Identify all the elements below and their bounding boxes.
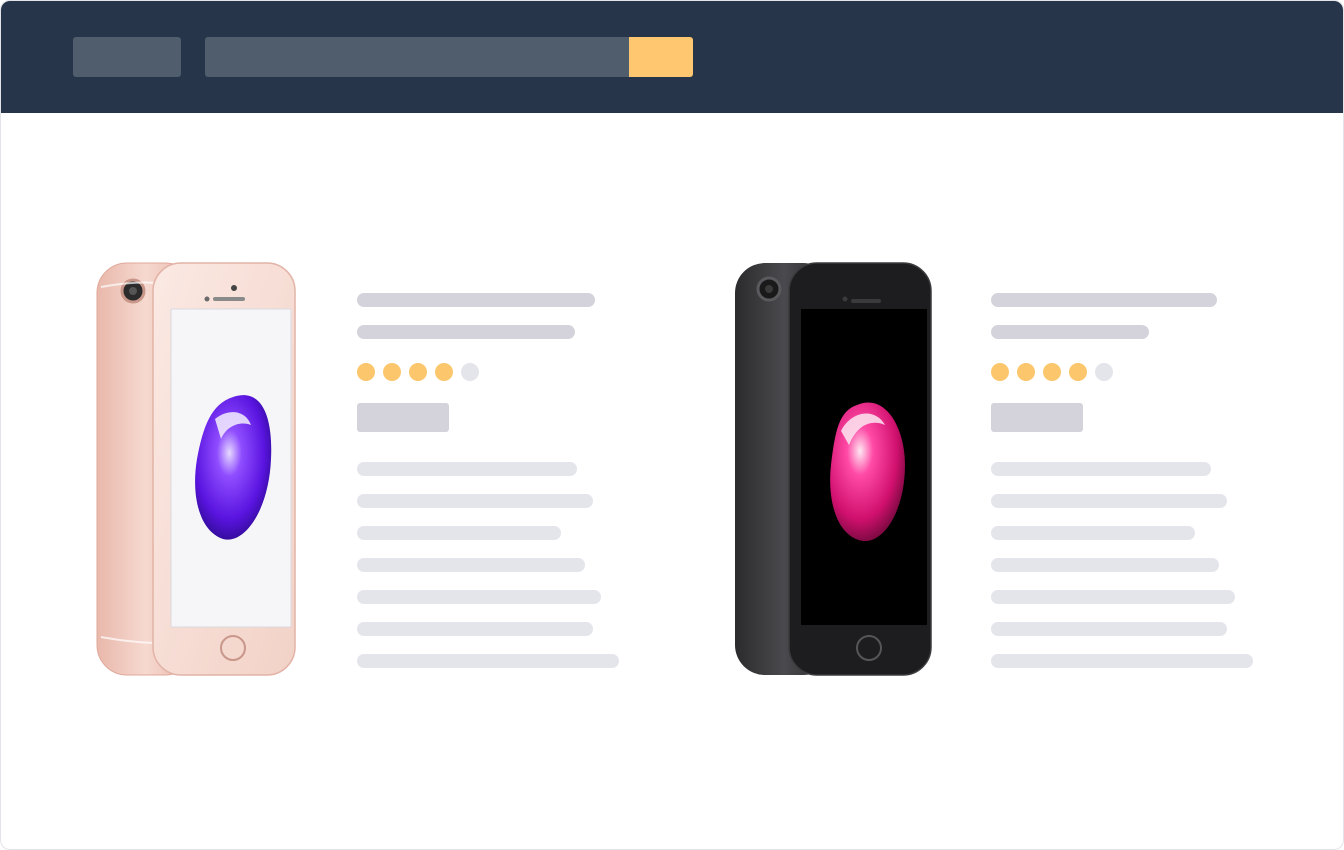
price-placeholder xyxy=(357,403,449,432)
rating-stars xyxy=(357,363,619,381)
description-placeholder xyxy=(991,462,1253,668)
black-phone-image[interactable] xyxy=(729,259,939,679)
description-line xyxy=(991,654,1253,668)
product-info xyxy=(357,293,619,686)
star-filled-icon xyxy=(435,363,453,381)
description-line xyxy=(991,526,1195,540)
product-info xyxy=(991,293,1253,686)
rose-gold-phone-image[interactable] xyxy=(95,259,305,679)
description-line xyxy=(357,590,601,604)
star-filled-icon xyxy=(409,363,427,381)
search-input[interactable] xyxy=(205,37,629,77)
browser-frame xyxy=(0,0,1344,850)
price-placeholder xyxy=(991,403,1083,432)
description-line xyxy=(357,622,593,636)
star-filled-icon xyxy=(991,363,1009,381)
description-line xyxy=(357,462,577,476)
top-navigation-bar xyxy=(1,1,1343,113)
product-title-placeholder[interactable] xyxy=(357,325,575,339)
description-line xyxy=(357,558,585,572)
logo-placeholder[interactable] xyxy=(73,37,181,77)
description-line xyxy=(357,654,619,668)
star-filled-icon xyxy=(1017,363,1035,381)
star-empty-icon xyxy=(1095,363,1113,381)
product-title-placeholder[interactable] xyxy=(991,293,1217,307)
description-line xyxy=(991,590,1235,604)
description-line xyxy=(991,462,1211,476)
star-filled-icon xyxy=(1069,363,1087,381)
rating-stars xyxy=(991,363,1253,381)
description-line xyxy=(991,494,1227,508)
star-filled-icon xyxy=(383,363,401,381)
star-empty-icon xyxy=(461,363,479,381)
description-line xyxy=(357,526,561,540)
description-line xyxy=(991,622,1227,636)
star-filled-icon xyxy=(1043,363,1061,381)
description-line xyxy=(991,558,1219,572)
product-title-placeholder[interactable] xyxy=(357,293,595,307)
star-filled-icon xyxy=(357,363,375,381)
search-bar xyxy=(205,37,693,77)
search-button[interactable] xyxy=(629,37,693,77)
description-placeholder xyxy=(357,462,619,668)
product-title-placeholder[interactable] xyxy=(991,325,1149,339)
description-line xyxy=(357,494,593,508)
